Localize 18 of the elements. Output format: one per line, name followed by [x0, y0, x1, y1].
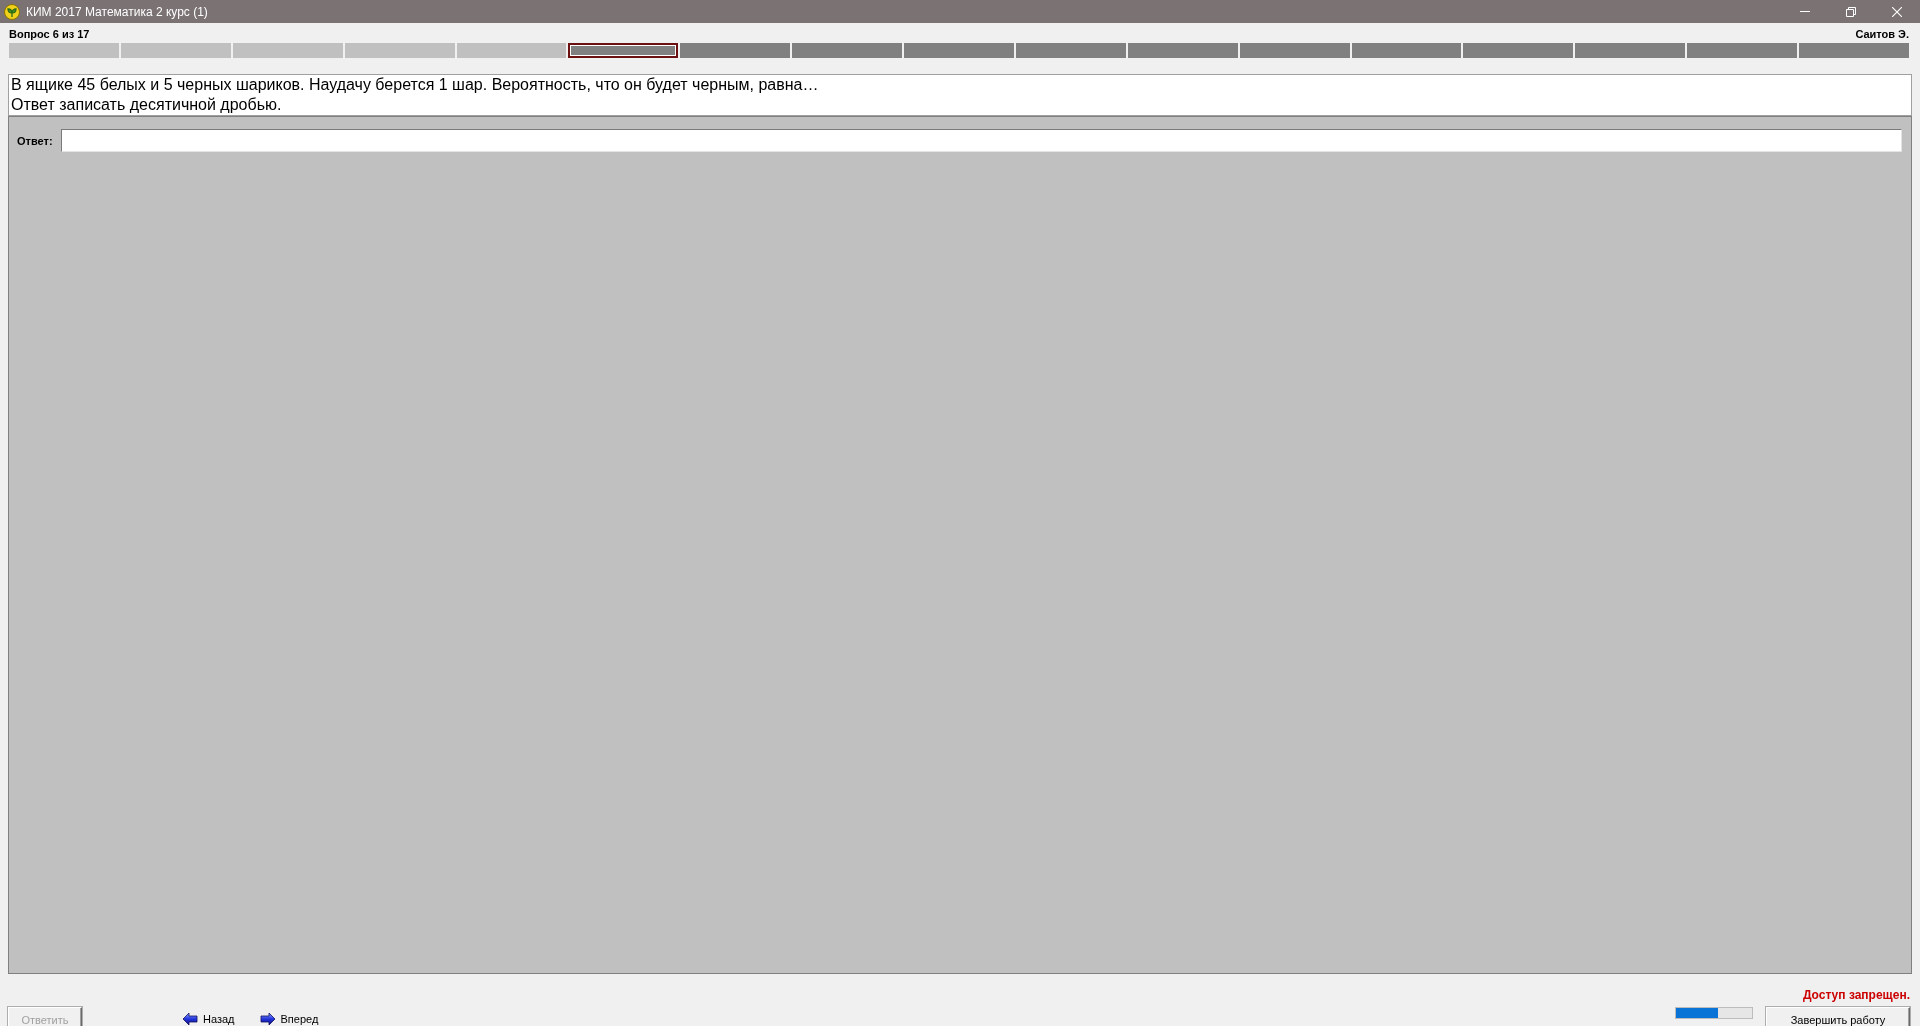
close-icon[interactable]: [1892, 6, 1902, 17]
minimize-icon[interactable]: [1800, 11, 1810, 12]
instruction-text: Ответ записать десятичной дробью.: [11, 95, 282, 115]
access-status-text: Доступ запрещен.: [1802, 988, 1910, 1002]
question-counter: Вопрос 6 из 17: [9, 28, 90, 40]
back-button[interactable]: Назад: [182, 1007, 235, 1026]
answer-field[interactable]: [60, 129, 1902, 152]
right-arrow-icon: [259, 1012, 276, 1026]
app-logo-icon: [4, 3, 20, 20]
restore-icon[interactable]: [1846, 6, 1856, 17]
finish-work-button[interactable]: Завершить работу: [1766, 1007, 1910, 1026]
answer-label: Ответ:: [17, 134, 53, 147]
student-name: Саитов Э.: [1855, 28, 1909, 40]
forward-button[interactable]: Вперед: [259, 1007, 319, 1026]
question-map-segment[interactable]: [568, 43, 679, 58]
left-arrow-icon: [182, 1012, 198, 1026]
window-title: КИМ 2017 Математика 2 курс (1): [26, 4, 208, 19]
question-text: В ящике 45 белых и 5 черных шариков. Наудачу берется 1 шар. Вероятность, что он будет черным, равна…: [11, 75, 819, 95]
